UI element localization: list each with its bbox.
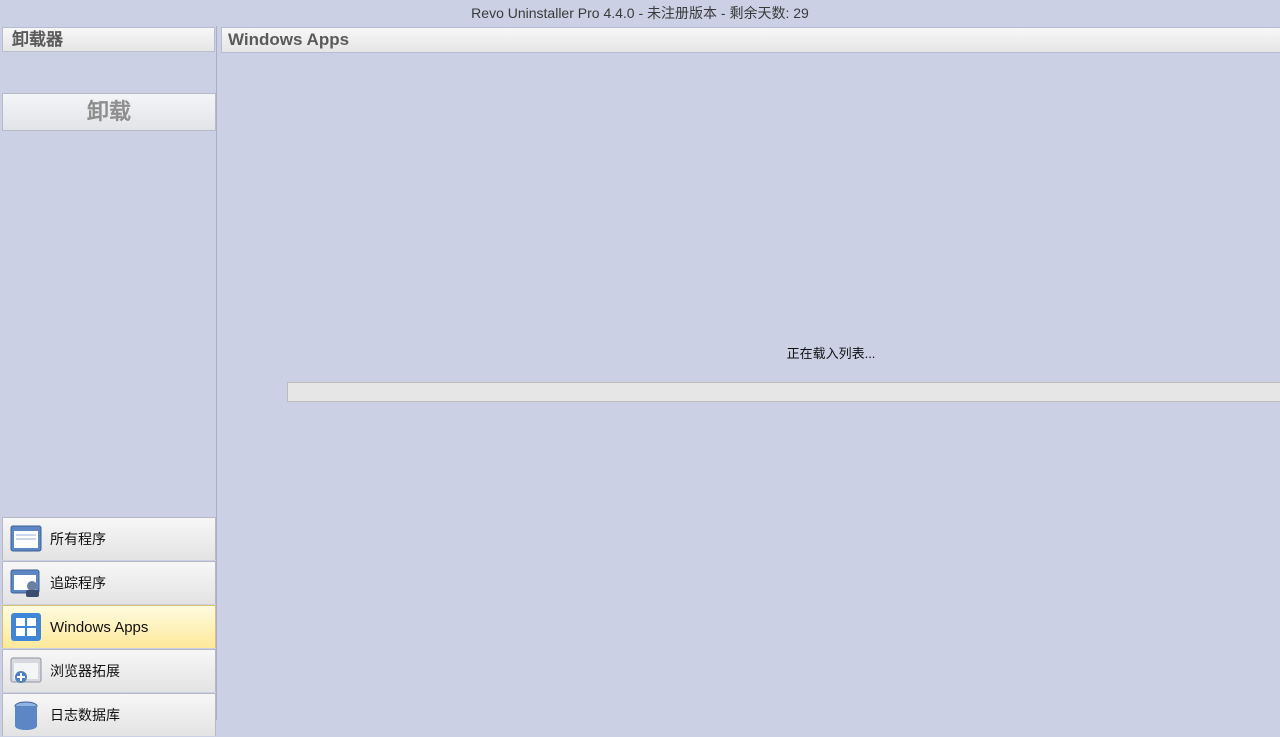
nav-item-all-programs[interactable]: 所有程序 — [2, 517, 216, 560]
uninstaller-header: 卸载器 — [2, 27, 215, 52]
tools-nav: 所有程序 追踪程序 Windows Apps 浏览器拓展 日志数据库 — [2, 517, 216, 737]
loading-status: 正在载入列表... — [786, 346, 876, 361]
nav-item-label: Windows Apps — [50, 619, 149, 636]
nav-item-label: 日志数据库 — [50, 707, 120, 723]
nav-item-label: 浏览器拓展 — [50, 663, 120, 679]
windows-apps-icon — [10, 612, 42, 642]
nav-item-browser-extensions[interactable]: 浏览器拓展 — [2, 649, 216, 692]
browser-extensions-icon — [10, 656, 42, 686]
all-programs-icon — [10, 524, 42, 554]
nav-item-traced-programs[interactable]: 追踪程序 — [2, 561, 216, 604]
nav-item-windows-apps[interactable]: Windows Apps — [2, 605, 216, 648]
nav-item-logs-database[interactable]: 日志数据库 — [2, 693, 216, 736]
traced-programs-icon — [10, 568, 42, 598]
uninstall-button[interactable]: 卸载 — [2, 93, 216, 131]
page-title: Windows Apps — [221, 27, 1280, 53]
nav-item-label: 所有程序 — [50, 531, 106, 547]
loading-progress-bar — [287, 382, 1280, 402]
left-panel: 卸载器 卸载 所有程序 追踪程序 Windows Apps 浏览器拓展 日志数据… — [0, 26, 217, 736]
logs-database-icon — [10, 700, 42, 730]
nav-item-label: 追踪程序 — [50, 575, 106, 591]
window-title: Revo Uninstaller Pro 4.4.0 - 未注册版本 - 剩余天… — [0, 0, 1280, 26]
